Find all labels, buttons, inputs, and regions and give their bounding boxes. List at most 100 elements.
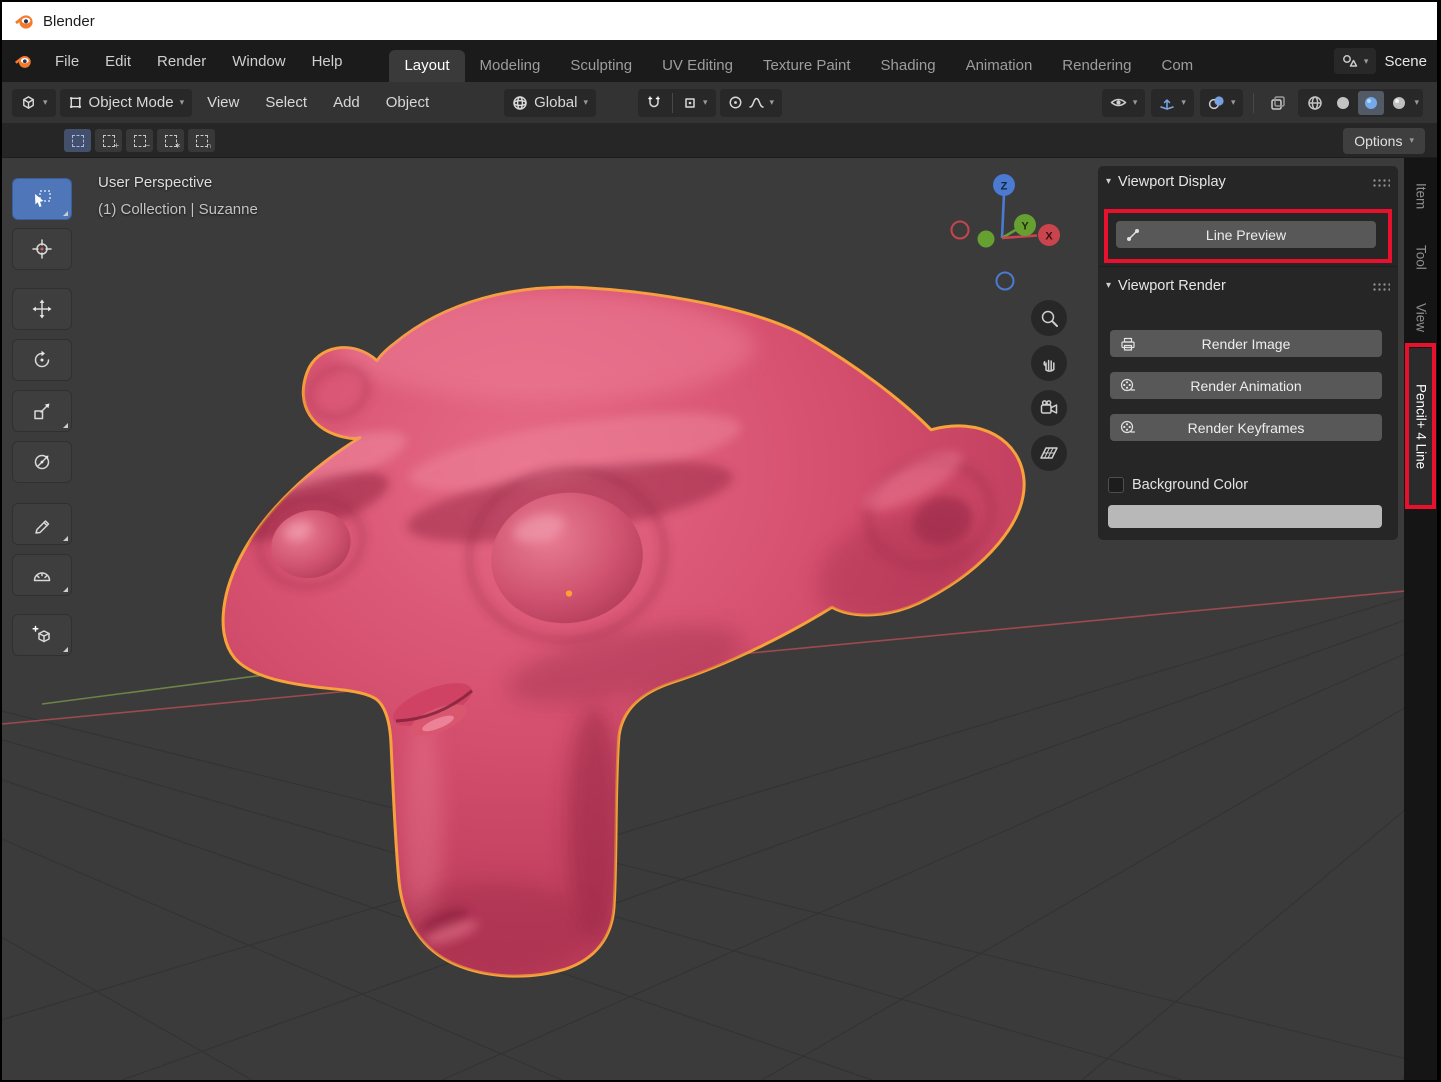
suzanne-mesh[interactable] — [195, 272, 1035, 982]
overlays-dropdown[interactable]: ▾ — [1200, 89, 1244, 117]
shading-solid-button[interactable] — [1330, 91, 1356, 115]
tool-add-cube[interactable] — [12, 614, 72, 656]
film-reel-icon — [1120, 378, 1136, 394]
line-preview-button[interactable]: Line Preview — [1116, 221, 1376, 248]
viewport-3d[interactable]: User Perspective (1) Collection | Suzann… — [2, 158, 1437, 1080]
pan-control[interactable] — [1031, 345, 1067, 381]
tool-annotate[interactable] — [12, 503, 72, 545]
workspace-tab-shading[interactable]: Shading — [866, 50, 951, 82]
background-color-swatch[interactable] — [1108, 505, 1382, 528]
blender-menu-button[interactable] — [2, 52, 42, 70]
sidebar-tab-view[interactable]: View — [1406, 290, 1436, 346]
proportional-editing-controls[interactable]: ▾ — [720, 89, 783, 117]
editor-type-selector[interactable]: ▾ — [12, 89, 56, 117]
workspace-tab-modeling[interactable]: Modeling — [465, 50, 556, 82]
chevron-down-icon: ▾ — [583, 98, 588, 107]
menu-help[interactable]: Help — [299, 53, 356, 70]
nav-gizmo[interactable]: Z Y X — [937, 168, 1067, 298]
snapping-controls[interactable]: ▾ — [638, 89, 716, 117]
camera-icon — [1039, 398, 1059, 418]
scene-selector[interactable]: ▾ — [1334, 48, 1377, 74]
background-color-checkbox[interactable] — [1108, 477, 1124, 493]
render-image-button[interactable]: Render Image — [1110, 330, 1382, 357]
select-box-icon — [32, 189, 52, 209]
annotate-pen-icon — [32, 514, 52, 534]
workspace-tab-sculpting[interactable]: Sculpting — [555, 50, 647, 82]
menu-file[interactable]: File — [42, 53, 92, 70]
sidebar-tab-pencil-4-line[interactable]: Pencil+ 4 Line — [1406, 348, 1436, 506]
transform-orientation-selector[interactable]: Global ▾ — [504, 89, 596, 117]
tool-cursor[interactable] — [12, 228, 72, 270]
shading-material-button[interactable] — [1358, 91, 1384, 115]
panel-header-viewport-render[interactable]: ▾ Viewport Render — [1106, 278, 1390, 294]
menu-render[interactable]: Render — [144, 53, 219, 70]
select-mode-subtract[interactable]: − — [126, 129, 153, 152]
mode-selector[interactable]: Object Mode ▾ — [60, 89, 193, 117]
measure-protractor-icon — [32, 565, 52, 585]
render-keyframes-label: Render Keyframes — [1188, 420, 1305, 436]
chevron-down-icon: ▾ — [703, 98, 708, 107]
gizmos-dropdown[interactable]: ▾ — [1151, 89, 1194, 117]
gizmo-z-neg-axis[interactable] — [997, 273, 1014, 290]
panel-title: Viewport Render — [1118, 278, 1226, 294]
panel-grip-handle[interactable] — [1372, 178, 1390, 187]
menu-select[interactable]: Select — [254, 94, 318, 111]
workspace-tab-rendering[interactable]: Rendering — [1047, 50, 1146, 82]
select-mode-extend[interactable]: + — [95, 129, 122, 152]
gizmo-y-neg-axis[interactable] — [978, 231, 995, 248]
editor-3d-viewport-icon — [20, 94, 37, 111]
dashed-square-icon — [134, 135, 146, 147]
options-dropdown[interactable]: Options ▾ — [1343, 128, 1425, 154]
panel-header-viewport-display[interactable]: ▾ Viewport Display — [1106, 174, 1390, 190]
active-object-label: (1) Collection | Suzanne — [98, 201, 258, 218]
select-mode-set[interactable] — [64, 129, 91, 152]
zoom-control[interactable] — [1031, 300, 1067, 336]
sidebar-tab-tool[interactable]: Tool — [1406, 230, 1436, 284]
gizmo-x-neg-axis[interactable] — [952, 222, 969, 239]
sidebar-region: ▾ Viewport Display Line Preview ▾ Viewpo… — [1098, 166, 1398, 540]
eye-icon — [1110, 96, 1127, 109]
divider — [1253, 93, 1254, 113]
tool-transform[interactable] — [12, 441, 72, 483]
camera-view-control[interactable] — [1031, 390, 1067, 426]
menu-object[interactable]: Object — [375, 94, 440, 111]
tool-scale[interactable] — [12, 390, 72, 432]
shading-solid-icon — [1335, 95, 1351, 111]
menu-add[interactable]: Add — [322, 94, 371, 111]
chevron-down-icon: ▾ — [1364, 57, 1369, 66]
menu-window[interactable]: Window — [219, 53, 298, 70]
panel-grip-handle[interactable] — [1372, 282, 1390, 291]
tool-measure[interactable] — [12, 554, 72, 596]
workspace-tabs: Layout Modeling Sculpting UV Editing Tex… — [389, 50, 1208, 82]
render-animation-label: Render Animation — [1190, 378, 1301, 394]
chevron-down-icon: ▾ — [1231, 98, 1236, 107]
toggle-ortho-control[interactable] — [1031, 435, 1067, 471]
shading-wireframe-button[interactable] — [1302, 91, 1328, 115]
workspace-tab-layout[interactable]: Layout — [389, 50, 464, 82]
tool-select-box[interactable] — [12, 178, 72, 220]
menu-view[interactable]: View — [196, 94, 250, 111]
gizmo-y-label: Y — [1021, 221, 1029, 233]
xray-toggle[interactable] — [1264, 89, 1292, 117]
shading-wireframe-icon — [1307, 95, 1323, 111]
move-icon — [32, 299, 52, 319]
chevron-down-icon: ▾ — [43, 98, 48, 107]
object-mode-icon — [68, 95, 83, 110]
render-animation-button[interactable]: Render Animation — [1110, 372, 1382, 399]
tool-rotate[interactable] — [12, 339, 72, 381]
render-keyframes-button[interactable]: Render Keyframes — [1110, 414, 1382, 441]
workspace-tab-compositing[interactable]: Com — [1147, 50, 1209, 82]
select-mode-invert[interactable]: ∗ — [157, 129, 184, 152]
panel-expand-icon: ▾ — [1106, 177, 1111, 187]
tool-move[interactable] — [12, 288, 72, 330]
workspace-tab-uv-editing[interactable]: UV Editing — [647, 50, 748, 82]
shading-rendered-button[interactable] — [1386, 91, 1412, 115]
select-mode-intersect[interactable]: ∩ — [188, 129, 215, 152]
workspace-tab-animation[interactable]: Animation — [951, 50, 1048, 82]
workspace-tab-texture-paint[interactable]: Texture Paint — [748, 50, 866, 82]
sidebar-tab-item[interactable]: Item — [1406, 170, 1436, 222]
visibility-dropdown[interactable]: ▾ — [1102, 89, 1146, 117]
menu-edit[interactable]: Edit — [92, 53, 144, 70]
grid-plane-icon — [1039, 443, 1059, 463]
add-cube-icon — [32, 625, 52, 645]
